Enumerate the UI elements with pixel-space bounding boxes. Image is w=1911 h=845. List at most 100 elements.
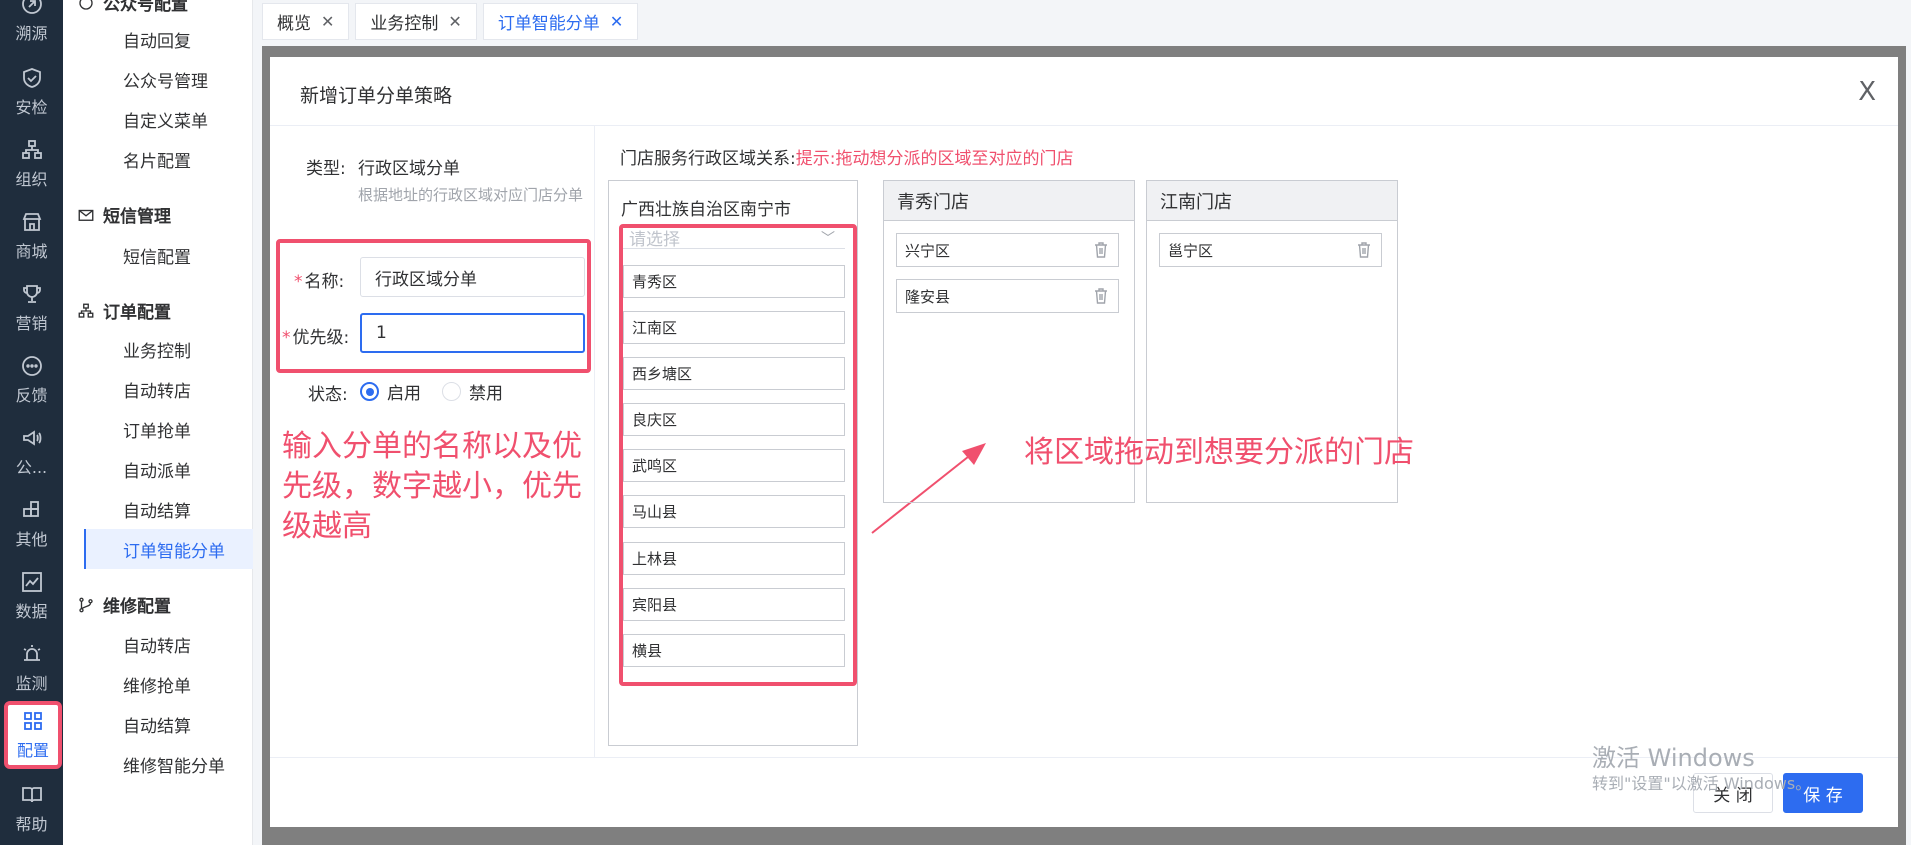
group-repair[interactable]: 维修配置 [77,592,171,617]
menu-business-control[interactable]: 业务控制 [100,329,253,369]
status-label: 状态: [308,385,348,405]
rail-item-announce[interactable]: 公... [0,416,63,488]
grid-icon [21,709,45,733]
menu-order-smart-split[interactable]: 订单智能分单 [84,529,253,569]
menu-repair-auto-settle[interactable]: 自动结算 [100,704,253,744]
menu-card-config[interactable]: 名片配置 [100,139,253,179]
shield-check-icon [20,66,44,90]
book-icon [20,783,44,807]
store-name: 江南门店 [1147,181,1397,221]
rail-item-config[interactable]: 配置 [4,701,62,769]
windows-activation-watermark: 激活 Windows 转到"设置"以激活 Windows。 [1592,743,1811,795]
rail-label: 帮助 [15,815,48,834]
new-split-strategy-dialog: 新增订单分单策略 X 类型: 行政区域分单 根据地址的行政区域对应门店分单 * 名… [270,57,1898,827]
store-icon [20,210,44,234]
status-enabled-radio[interactable]: 启用 [360,379,421,404]
type-label: 类型: [306,159,346,179]
chip-label: 隆安县 [905,287,951,306]
relation-label: 门店服务行政区域关系:提示:拖动想分派的区域至对应的门店 [620,144,1073,169]
divider [594,125,595,757]
rail-label: 数据 [15,602,48,621]
store-region-chip[interactable]: 兴宁区 [896,233,1119,267]
trace-icon [20,0,44,16]
rail-item-help[interactable]: 帮助 [0,773,63,845]
annotation-highlight-box [619,224,857,686]
group-label: 公众号配置 [103,0,188,15]
name-input[interactable]: 行政区域分单 [360,257,585,297]
close-icon[interactable]: ✕ [448,12,461,31]
rail-item-mall[interactable]: 商城 [0,200,63,272]
trash-icon[interactable] [1094,288,1108,304]
type-value: 行政区域分单 [358,159,460,179]
menu-auto-dispatch[interactable]: 自动派单 [100,449,253,489]
rail-item-monitor[interactable]: 监测 [0,632,63,704]
rail-item-feedback[interactable]: 反馈 [0,344,63,416]
rail-label: 反馈 [15,386,48,405]
store-region-chip[interactable]: 隆安县 [896,279,1119,313]
menu-sms-config[interactable]: 短信配置 [100,235,253,275]
wechat-icon [77,0,95,12]
tab-order-smart-split[interactable]: 订单智能分单 ✕ [482,3,639,40]
group-sms[interactable]: 短信管理 [77,202,171,227]
annotation-left-text: 输入分单的名称以及优先级，数字越小，优先级越高 [282,429,582,544]
rail-item-trace[interactable]: 溯源 [0,0,63,54]
menu-custom-menu[interactable]: 自定义菜单 [100,99,253,139]
megaphone-icon [20,426,44,450]
rail-label: 公... [15,458,48,477]
rail-label: 溯源 [15,24,48,43]
rail-item-data[interactable]: 数据 [0,560,63,632]
chip-label: 兴宁区 [905,241,951,260]
menu-auto-transfer[interactable]: 自动转店 [100,369,253,409]
rail-label: 配置 [16,741,49,760]
trash-icon[interactable] [1357,242,1371,258]
tab-business-control[interactable]: 业务控制 ✕ [355,3,477,40]
label-text: 优先级: [292,328,350,348]
tab-overview[interactable]: 概览 ✕ [262,3,350,40]
radio-checked-icon [360,382,379,401]
dialog-close-icon[interactable]: X [1858,77,1876,107]
rail-item-org[interactable]: 组织 [0,128,63,200]
menu-repair-grab[interactable]: 维修抢单 [100,664,253,704]
rail-item-marketing[interactable]: 营销 [0,272,63,344]
rail-label: 商城 [15,242,48,261]
menu-order-grab[interactable]: 订单抢单 [100,409,253,449]
annotation-right-text: 将区域拖动到想要分派的门店 [1024,435,1414,470]
group-label: 订单配置 [103,303,171,323]
tab-label: 业务控制 [370,14,439,34]
rail-label: 其他 [15,530,48,549]
priority-input[interactable]: 1 [360,313,585,353]
rail-item-other[interactable]: 其他 [0,488,63,560]
relation-text: 门店服务行政区域关系: [620,149,796,169]
store-region-chip[interactable]: 邕宁区 [1159,233,1382,267]
config-submenu: 公众号配置 自动回复 公众号管理 自定义菜单 名片配置 短信管理 短信配置 订单… [63,0,253,845]
menu-repair-smart-split[interactable]: 维修智能分单 [100,744,253,784]
menu-official-account-manage[interactable]: 公众号管理 [100,59,253,99]
group-official-account[interactable]: 公众号配置 [77,0,188,15]
menu-auto-settle[interactable]: 自动结算 [100,489,253,529]
mail-icon [77,206,95,224]
menu-auto-reply[interactable]: 自动回复 [100,19,253,59]
org-chart-icon [20,138,44,162]
trash-icon[interactable] [1094,242,1108,258]
icon-rail: 溯源 安检 组织 商城 营销 反馈 公... 其他 数据 监测 配置 帮助 [0,0,63,845]
rail-label: 营销 [15,314,48,333]
source-title: 广西壮族自治区南宁市 [621,200,791,220]
menu-repair-auto-transfer[interactable]: 自动转店 [100,624,253,664]
close-icon[interactable]: ✕ [610,12,623,31]
type-hint: 根据地址的行政区域对应门店分单 [358,186,584,204]
close-icon[interactable]: ✕ [321,12,334,31]
divider [270,125,1898,126]
group-order[interactable]: 订单配置 [77,298,171,323]
status-disabled-radio[interactable]: 禁用 [442,379,503,404]
watermark-line: 转到"设置"以激活 Windows。 [1592,774,1812,793]
tab-label: 订单智能分单 [497,14,600,34]
label-text: 名称: [304,272,345,292]
tab-bar: 概览 ✕ 业务控制 ✕ 订单智能分单 ✕ [262,3,639,40]
chip-label: 邕宁区 [1168,241,1214,260]
name-label: * 名称: [294,272,345,292]
rail-item-security[interactable]: 安检 [0,56,63,128]
rail-label: 组织 [15,170,48,189]
dialog-title: 新增订单分单策略 [300,85,453,107]
tab-label: 概览 [277,14,311,34]
trophy-icon [20,282,44,306]
